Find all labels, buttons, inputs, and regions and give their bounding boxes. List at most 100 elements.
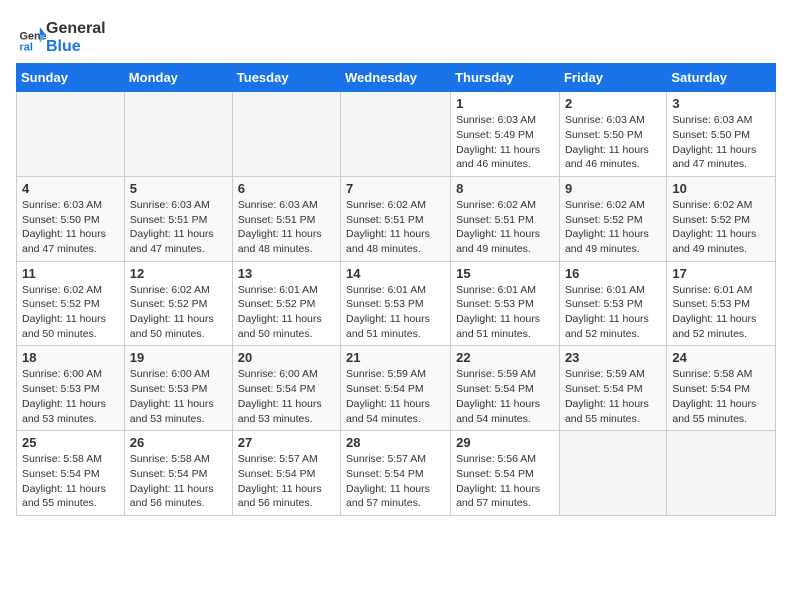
day-number: 7 <box>346 181 445 196</box>
calendar-cell: 6 Sunrise: 6:03 AMSunset: 5:51 PMDaylight… <box>232 176 340 261</box>
day-info: Sunrise: 6:01 AMSunset: 5:53 PMDaylight:… <box>565 283 661 342</box>
day-number: 11 <box>22 266 119 281</box>
day-info: Sunrise: 5:58 AMSunset: 5:54 PMDaylight:… <box>672 367 770 426</box>
day-info: Sunrise: 5:59 AMSunset: 5:54 PMDaylight:… <box>565 367 661 426</box>
day-info: Sunrise: 6:01 AMSunset: 5:53 PMDaylight:… <box>672 283 770 342</box>
day-number: 19 <box>130 350 227 365</box>
logo-line2: Blue <box>46 38 106 56</box>
calendar-cell: 8 Sunrise: 6:02 AMSunset: 5:51 PMDaylight… <box>451 176 560 261</box>
day-number: 20 <box>238 350 335 365</box>
day-info: Sunrise: 6:02 AMSunset: 5:51 PMDaylight:… <box>346 198 445 257</box>
day-number: 9 <box>565 181 661 196</box>
calendar-cell: 23 Sunrise: 5:59 AMSunset: 5:54 PMDayligh… <box>559 346 666 431</box>
calendar-cell: 16 Sunrise: 6:01 AMSunset: 5:53 PMDayligh… <box>559 261 666 346</box>
day-number: 25 <box>22 435 119 450</box>
calendar-cell: 11 Sunrise: 6:02 AMSunset: 5:52 PMDayligh… <box>17 261 125 346</box>
calendar-cell: 19 Sunrise: 6:00 AMSunset: 5:53 PMDayligh… <box>124 346 232 431</box>
day-info: Sunrise: 6:02 AMSunset: 5:52 PMDaylight:… <box>672 198 770 257</box>
day-info: Sunrise: 6:01 AMSunset: 5:52 PMDaylight:… <box>238 283 335 342</box>
calendar-cell: 28Sunrise: 5:57 AMSunset: 5:54 PMDayligh… <box>341 431 451 516</box>
day-number: 3 <box>672 96 770 111</box>
logo: Gene ral General Blue <box>16 20 106 55</box>
day-info: Sunrise: 5:59 AMSunset: 5:54 PMDaylight:… <box>456 367 554 426</box>
calendar-cell <box>341 92 451 177</box>
calendar-cell <box>124 92 232 177</box>
day-number: 4 <box>22 181 119 196</box>
day-number: 24 <box>672 350 770 365</box>
day-number: 14 <box>346 266 445 281</box>
logo-line1: General <box>46 20 106 38</box>
day-header-monday: Monday <box>124 64 232 92</box>
day-number: 1 <box>456 96 554 111</box>
calendar-cell: 1 Sunrise: 6:03 AMSunset: 5:49 PMDaylight… <box>451 92 560 177</box>
day-header-wednesday: Wednesday <box>341 64 451 92</box>
day-number: 16 <box>565 266 661 281</box>
day-info: Sunrise: 6:03 AMSunset: 5:50 PMDaylight:… <box>672 113 770 172</box>
day-number: 18 <box>22 350 119 365</box>
day-header-sunday: Sunday <box>17 64 125 92</box>
day-number: 8 <box>456 181 554 196</box>
day-number: 27 <box>238 435 335 450</box>
calendar-table: SundayMondayTuesdayWednesdayThursdayFrid… <box>16 63 776 516</box>
calendar-cell: 9 Sunrise: 6:02 AMSunset: 5:52 PMDaylight… <box>559 176 666 261</box>
calendar-cell: 18 Sunrise: 6:00 AMSunset: 5:53 PMDayligh… <box>17 346 125 431</box>
calendar-cell: 3 Sunrise: 6:03 AMSunset: 5:50 PMDaylight… <box>667 92 776 177</box>
day-info: Sunrise: 6:00 AMSunset: 5:53 PMDaylight:… <box>130 367 227 426</box>
day-info: Sunrise: 5:59 AMSunset: 5:54 PMDaylight:… <box>346 367 445 426</box>
day-number: 15 <box>456 266 554 281</box>
day-number: 22 <box>456 350 554 365</box>
calendar-cell: 12 Sunrise: 6:02 AMSunset: 5:52 PMDayligh… <box>124 261 232 346</box>
day-header-tuesday: Tuesday <box>232 64 340 92</box>
day-number: 5 <box>130 181 227 196</box>
day-info: Sunrise: 5:57 AMSunset: 5:54 PMDaylight:… <box>346 452 445 511</box>
day-header-saturday: Saturday <box>667 64 776 92</box>
calendar-cell: 25 Sunrise: 5:58 AMSunset: 5:54 PMDayligh… <box>17 431 125 516</box>
day-info: Sunrise: 5:58 AMSunset: 5:54 PMDaylight:… <box>22 452 119 511</box>
calendar-cell: 26 Sunrise: 5:58 AMSunset: 5:54 PMDayligh… <box>124 431 232 516</box>
day-number: 17 <box>672 266 770 281</box>
calendar-cell <box>559 431 666 516</box>
day-info: Sunrise: 6:01 AMSunset: 5:53 PMDaylight:… <box>346 283 445 342</box>
day-number: 10 <box>672 181 770 196</box>
calendar-cell: 21 Sunrise: 5:59 AMSunset: 5:54 PMDayligh… <box>341 346 451 431</box>
calendar-cell: 27 Sunrise: 5:57 AMSunset: 5:54 PMDayligh… <box>232 431 340 516</box>
day-number: 6 <box>238 181 335 196</box>
svg-text:ral: ral <box>20 41 33 52</box>
calendar-cell: 22 Sunrise: 5:59 AMSunset: 5:54 PMDayligh… <box>451 346 560 431</box>
day-info: Sunrise: 6:03 AMSunset: 5:49 PMDaylight:… <box>456 113 554 172</box>
calendar-cell: 15 Sunrise: 6:01 AMSunset: 5:53 PMDayligh… <box>451 261 560 346</box>
day-number: 29 <box>456 435 554 450</box>
day-info: Sunrise: 6:02 AMSunset: 5:52 PMDaylight:… <box>565 198 661 257</box>
day-number: 26 <box>130 435 227 450</box>
calendar-cell: 4 Sunrise: 6:03 AMSunset: 5:50 PMDaylight… <box>17 176 125 261</box>
day-info: Sunrise: 6:00 AMSunset: 5:53 PMDaylight:… <box>22 367 119 426</box>
calendar-cell: 17 Sunrise: 6:01 AMSunset: 5:53 PMDayligh… <box>667 261 776 346</box>
calendar-cell: 29Sunrise: 5:56 AMSunset: 5:54 PMDayligh… <box>451 431 560 516</box>
day-info: Sunrise: 6:02 AMSunset: 5:51 PMDaylight:… <box>456 198 554 257</box>
day-info: Sunrise: 6:02 AMSunset: 5:52 PMDaylight:… <box>130 283 227 342</box>
day-number: 2 <box>565 96 661 111</box>
calendar-cell: 7 Sunrise: 6:02 AMSunset: 5:51 PMDaylight… <box>341 176 451 261</box>
day-info: Sunrise: 5:58 AMSunset: 5:54 PMDaylight:… <box>130 452 227 511</box>
day-info: Sunrise: 6:03 AMSunset: 5:51 PMDaylight:… <box>238 198 335 257</box>
day-header-thursday: Thursday <box>451 64 560 92</box>
calendar-cell <box>232 92 340 177</box>
day-header-friday: Friday <box>559 64 666 92</box>
day-info: Sunrise: 6:01 AMSunset: 5:53 PMDaylight:… <box>456 283 554 342</box>
day-number: 23 <box>565 350 661 365</box>
day-info: Sunrise: 6:03 AMSunset: 5:50 PMDaylight:… <box>565 113 661 172</box>
day-info: Sunrise: 6:00 AMSunset: 5:54 PMDaylight:… <box>238 367 335 426</box>
calendar-cell: 5Sunrise: 6:03 AMSunset: 5:51 PMDaylight… <box>124 176 232 261</box>
day-info: Sunrise: 6:03 AMSunset: 5:50 PMDaylight:… <box>22 198 119 257</box>
calendar-cell: 14 Sunrise: 6:01 AMSunset: 5:53 PMDayligh… <box>341 261 451 346</box>
calendar-cell <box>667 431 776 516</box>
day-number: 21 <box>346 350 445 365</box>
calendar-cell: 13Sunrise: 6:01 AMSunset: 5:52 PMDayligh… <box>232 261 340 346</box>
day-info: Sunrise: 6:02 AMSunset: 5:52 PMDaylight:… <box>22 283 119 342</box>
day-info: Sunrise: 5:57 AMSunset: 5:54 PMDaylight:… <box>238 452 335 511</box>
calendar-cell: 2 Sunrise: 6:03 AMSunset: 5:50 PMDaylight… <box>559 92 666 177</box>
calendar-cell: 20 Sunrise: 6:00 AMSunset: 5:54 PMDayligh… <box>232 346 340 431</box>
calendar-cell <box>17 92 125 177</box>
calendar-cell: 10 Sunrise: 6:02 AMSunset: 5:52 PMDayligh… <box>667 176 776 261</box>
day-number: 12 <box>130 266 227 281</box>
